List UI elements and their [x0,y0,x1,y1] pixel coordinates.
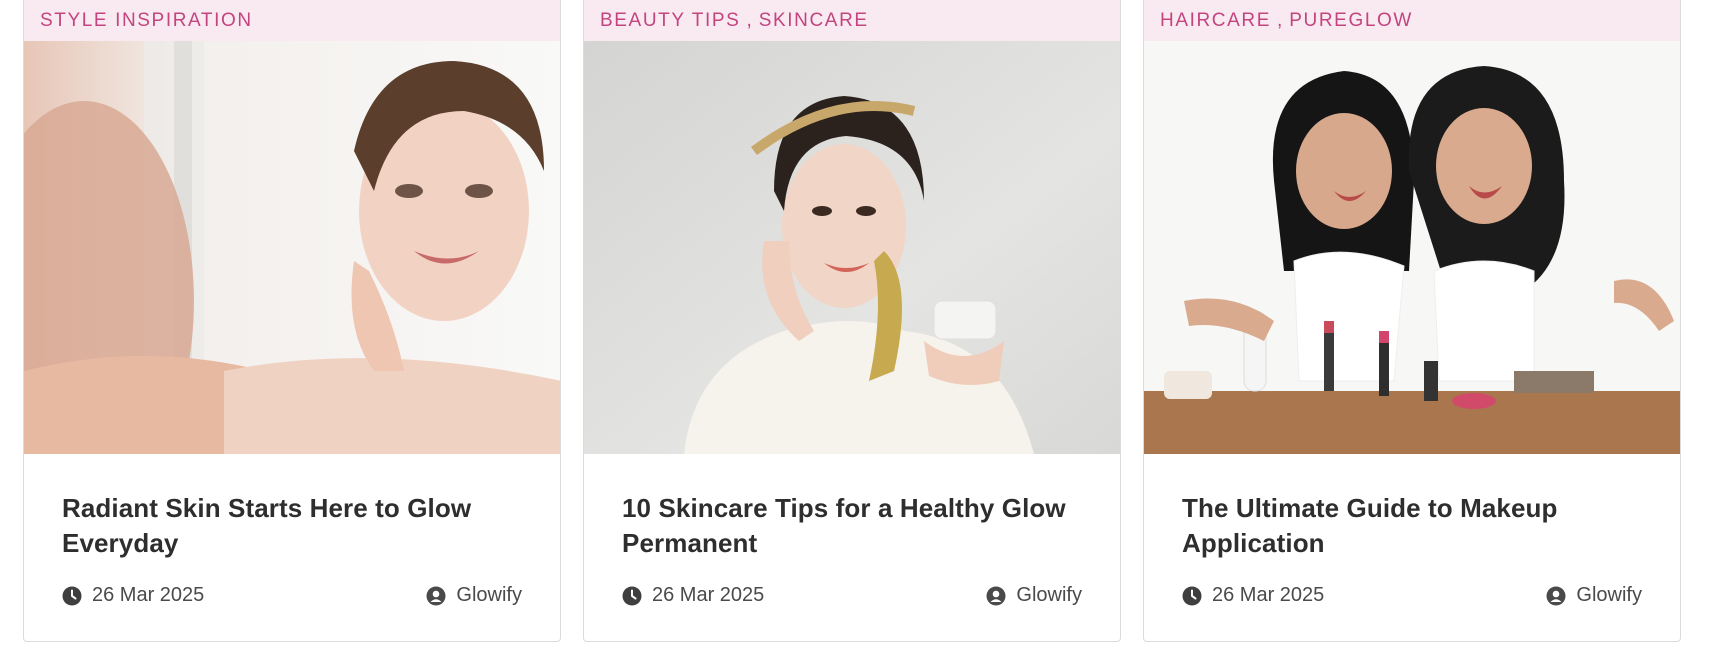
card-category-bar: HAIRCARE , PUREGLOW [1144,0,1680,41]
user-circle-icon [986,586,1006,606]
card-title[interactable]: 10 Skincare Tips for a Healthy Glow Perm… [622,491,1082,561]
category-link[interactable]: HAIRCARE [1160,10,1271,32]
clock-icon [622,586,642,606]
category-separator: , [1276,9,1283,31]
card-title[interactable]: Radiant Skin Starts Here to Glow Everyda… [62,491,522,561]
date-text: 26 Mar 2025 [652,584,765,606]
category-link[interactable]: PUREGLOW [1289,10,1413,32]
card-meta: 26 Mar 2025 Glowify [1182,584,1642,607]
post-date: 26 Mar 2025 [62,584,204,607]
author-name: Glowify [456,584,522,606]
card-image[interactable] [24,41,560,454]
post-author[interactable]: Glowify [426,584,522,607]
clock-icon [62,586,82,606]
blog-card-grid: STYLE INSPIRATION Radiant Skin Starts He… [23,0,1683,643]
card-meta: 26 Mar 2025 Glowify [62,584,522,607]
post-author[interactable]: Glowify [986,584,1082,607]
card-image[interactable] [584,41,1120,454]
card-image[interactable] [1144,41,1680,454]
card-category-bar: BEAUTY TIPS , SKINCARE [584,0,1120,41]
clock-icon [1182,586,1202,606]
category-separator: , [746,9,752,31]
author-name: Glowify [1016,584,1082,606]
user-circle-icon [1546,586,1566,606]
card-meta: 26 Mar 2025 Glowify [622,584,1082,607]
blog-card[interactable]: STYLE INSPIRATION Radiant Skin Starts He… [23,0,561,642]
blog-card[interactable]: HAIRCARE , PUREGLOW The Ultimate Guide t… [1143,0,1681,642]
card-title[interactable]: The Ultimate Guide to Makeup Application [1182,491,1642,561]
user-circle-icon [426,586,446,606]
post-date: 26 Mar 2025 [1182,584,1324,607]
post-date: 26 Mar 2025 [622,584,764,607]
category-link[interactable]: SKINCARE [759,10,869,32]
category-link[interactable]: BEAUTY TIPS [600,10,740,32]
category-link[interactable]: STYLE INSPIRATION [40,10,253,32]
date-text: 26 Mar 2025 [92,584,205,606]
post-author[interactable]: Glowify [1546,584,1642,607]
author-name: Glowify [1576,584,1642,606]
card-category-bar: STYLE INSPIRATION [24,0,560,41]
date-text: 26 Mar 2025 [1212,584,1325,606]
blog-card[interactable]: BEAUTY TIPS , SKINCARE 10 Skincare Tips … [583,0,1121,642]
